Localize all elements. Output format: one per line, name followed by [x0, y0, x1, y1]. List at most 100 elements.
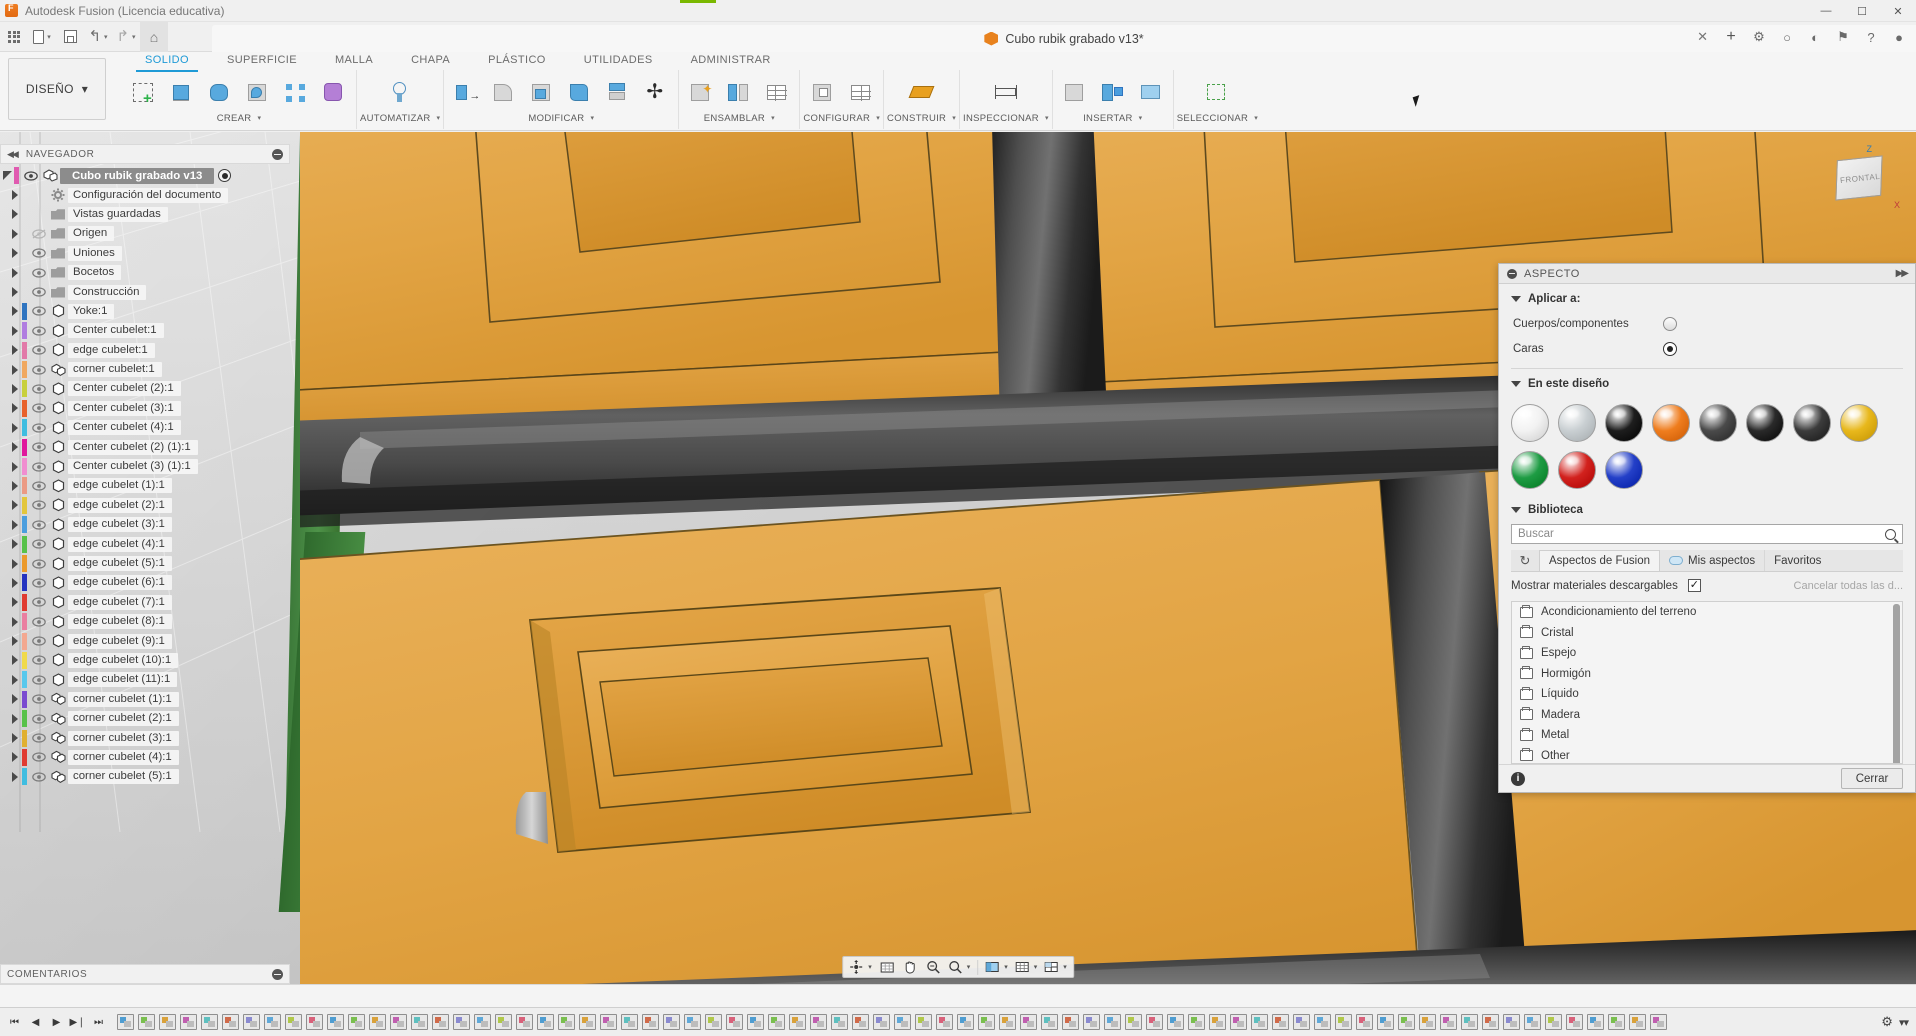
timeline-feature[interactable]: [1039, 1011, 1060, 1033]
tab-malla[interactable]: MALLA: [316, 52, 392, 70]
nuevo-componente-icon[interactable]: ✦: [682, 72, 720, 112]
panel-label-inspeccionar[interactable]: INSPECCIONAR ▾: [963, 112, 1049, 126]
timeline-feature[interactable]: [1333, 1011, 1354, 1033]
timeline-feature[interactable]: [1606, 1011, 1627, 1033]
swatch-white-plastic[interactable]: [1511, 404, 1549, 442]
visibility-eye-icon[interactable]: [29, 578, 48, 588]
timeline-feature[interactable]: [1627, 1011, 1648, 1033]
swatch-dark-metal[interactable]: [1793, 404, 1831, 442]
visibility-eye-icon[interactable]: [29, 248, 48, 258]
tab-mis-aspectos[interactable]: Mis aspectos: [1660, 550, 1766, 571]
expand-toggle[interactable]: [8, 209, 22, 220]
expand-toggle[interactable]: [8, 442, 22, 453]
timeline-feature[interactable]: [787, 1011, 808, 1033]
empalme-icon[interactable]: →: [447, 72, 485, 112]
tab-aspectos-de-fusion[interactable]: Aspectos de Fusion: [1539, 550, 1661, 571]
swatch-black-gloss[interactable]: [1746, 404, 1784, 442]
zoom-window-tool[interactable]: ▾: [945, 957, 974, 977]
timeline-feature[interactable]: [1417, 1011, 1438, 1033]
visibility-eye-icon[interactable]: [29, 520, 48, 530]
timeline-feature[interactable]: [1228, 1011, 1249, 1033]
timeline-feature[interactable]: [178, 1011, 199, 1033]
expand-toggle[interactable]: [8, 558, 22, 569]
visibility-eye-icon[interactable]: [29, 558, 48, 569]
timeline-feature[interactable]: [556, 1011, 577, 1033]
expand-toggle[interactable]: [8, 364, 22, 375]
swatch-red-paint[interactable]: [1558, 451, 1596, 489]
expand-toggle[interactable]: [8, 267, 22, 278]
timeline-feature[interactable]: [493, 1011, 514, 1033]
tree-item-center-cubelet-2-1-1[interactable]: Center cubelet (2) (1):1: [0, 437, 300, 456]
tree-item-edge-cubelet-6-1[interactable]: edge cubelet (6):1: [0, 573, 300, 592]
panel-label-configurar[interactable]: CONFIGURAR ▾: [803, 112, 880, 126]
timeline-feature[interactable]: [367, 1011, 388, 1033]
timeline-feature[interactable]: [913, 1011, 934, 1033]
timeline-feature[interactable]: [1501, 1011, 1522, 1033]
timeline-feature[interactable]: [388, 1011, 409, 1033]
plano-construccion-icon[interactable]: [900, 72, 944, 112]
tree-item-edge-cubelet-8-1[interactable]: edge cubelet (8):1: [0, 612, 300, 631]
save-button[interactable]: [56, 22, 84, 52]
library-folder-item[interactable]: Cristal: [1512, 623, 1902, 644]
expand-toggle[interactable]: [8, 674, 22, 685]
jump-end-button[interactable]: ⏭: [89, 1012, 108, 1032]
timeline-feature[interactable]: [115, 1011, 136, 1033]
close-tab-button[interactable]: ✕: [1697, 29, 1708, 45]
configuracion-icon[interactable]: [804, 72, 842, 112]
timeline-feature[interactable]: [1543, 1011, 1564, 1033]
visibility-eye-icon[interactable]: [29, 714, 48, 724]
expand-toggle[interactable]: [8, 694, 22, 705]
library-folder-item[interactable]: Other: [1512, 746, 1902, 764]
timeline-track[interactable]: [113, 1010, 1881, 1034]
visibility-eye-icon[interactable]: [29, 423, 48, 433]
tree-item-corner-cubelet-1[interactable]: corner cubelet:1: [0, 360, 300, 379]
expand-toggle[interactable]: [8, 500, 22, 511]
tree-item-corner-cubelet-4-1[interactable]: corner cubelet (4):1: [0, 748, 300, 767]
app-grid-button[interactable]: [0, 22, 28, 52]
tree-item-uniones[interactable]: Uniones: [0, 244, 300, 263]
visibility-eye-icon[interactable]: [29, 306, 48, 317]
tab-chapa[interactable]: CHAPA: [392, 52, 469, 70]
new-tab-button[interactable]: +: [1718, 24, 1744, 50]
visibility-eye-icon[interactable]: [29, 345, 48, 355]
visibility-eye-icon[interactable]: [29, 694, 48, 704]
timeline-feature[interactable]: [1081, 1011, 1102, 1033]
tab-plastico[interactable]: PLÁSTICO: [469, 52, 565, 70]
timeline-feature[interactable]: [976, 1011, 997, 1033]
cancel-downloads-link[interactable]: Cancelar todas las d...: [1794, 580, 1903, 592]
workspace-switcher[interactable]: DISEÑO ▾: [8, 58, 106, 120]
timeline-feature[interactable]: [1459, 1011, 1480, 1033]
expand-toggle[interactable]: [8, 248, 22, 259]
visibility-eye-icon[interactable]: [29, 364, 48, 375]
timeline-feature[interactable]: [682, 1011, 703, 1033]
timeline-feature[interactable]: [1018, 1011, 1039, 1033]
tree-item-center-cubelet-3-1-1[interactable]: Center cubelet (3) (1):1: [0, 457, 300, 476]
tree-item-corner-cubelet-3-1[interactable]: corner cubelet (3):1: [0, 728, 300, 747]
timeline-feature[interactable]: [472, 1011, 493, 1033]
show-downloadable-checkbox[interactable]: ✓: [1687, 579, 1701, 592]
pan-tool[interactable]: [899, 957, 921, 977]
tab-superficie[interactable]: SUPERFICIE: [208, 52, 316, 70]
visibility-eye-icon[interactable]: [29, 442, 48, 452]
viewports-tool[interactable]: ▾: [1041, 957, 1070, 977]
minimize-button[interactable]: —: [1808, 0, 1844, 22]
swatch-black-matte[interactable]: [1605, 404, 1643, 442]
expand-toggle[interactable]: [8, 636, 22, 647]
timeline-feature[interactable]: [1522, 1011, 1543, 1033]
document-tab[interactable]: Cubo rubik grabado v13*: [212, 25, 1916, 52]
timeline-feature[interactable]: [1207, 1011, 1228, 1033]
timeline-feature[interactable]: [871, 1011, 892, 1033]
tree-item-edge-cubelet-11-1[interactable]: edge cubelet (11):1: [0, 670, 300, 689]
timeline-feature[interactable]: [1375, 1011, 1396, 1033]
maximize-button[interactable]: ☐: [1844, 0, 1880, 22]
timeline-feature[interactable]: [304, 1011, 325, 1033]
timeline-feature[interactable]: [535, 1011, 556, 1033]
timeline-feature[interactable]: [745, 1011, 766, 1033]
swatch-grey-glass[interactable]: [1558, 404, 1596, 442]
step-back-button[interactable]: ◀: [26, 1012, 45, 1032]
panel-label-insertar[interactable]: INSERTAR ▾: [1083, 112, 1142, 126]
timeline-feature[interactable]: [892, 1011, 913, 1033]
timeline-feature[interactable]: [577, 1011, 598, 1033]
insertar-derivado-icon[interactable]: [1094, 72, 1132, 112]
insertar-lienzo-icon[interactable]: [1132, 72, 1170, 112]
